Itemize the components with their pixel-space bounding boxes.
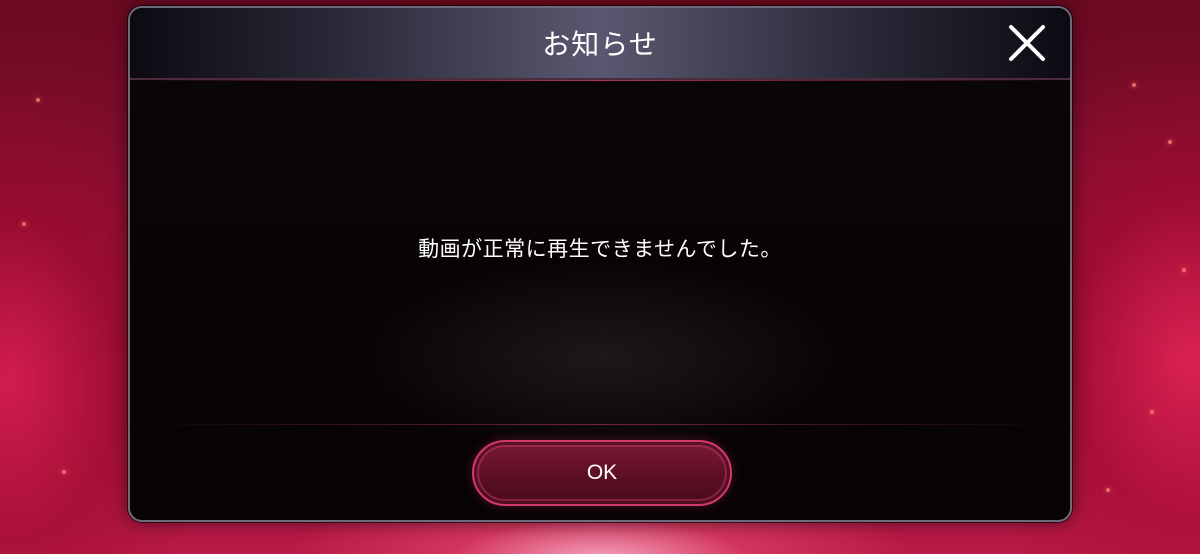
header-divider [130,80,1070,81]
game-background: お知らせ 動画が正常に再生できませんでした。 OK [0,0,1200,554]
dialog-title: お知らせ [542,28,658,61]
background-sparkle [1106,488,1110,492]
background-sparkle [1150,410,1154,414]
background-sparkle [36,98,40,102]
background-sparkle [62,470,66,474]
background-sparkle [1132,83,1136,87]
close-icon [1009,25,1045,61]
background-sparkle [1168,140,1172,144]
ok-button-label: OK [586,461,618,484]
footer-divider [130,424,1070,425]
background-sparkle [1182,268,1186,272]
dialog-message: 動画が正常に再生できませんでした。 [418,237,782,261]
background-sparkle [22,222,26,226]
close-button[interactable] [1006,22,1048,64]
ok-button[interactable]: OK [472,440,732,506]
notice-dialog: お知らせ 動画が正常に再生できませんでした。 OK [128,6,1072,522]
